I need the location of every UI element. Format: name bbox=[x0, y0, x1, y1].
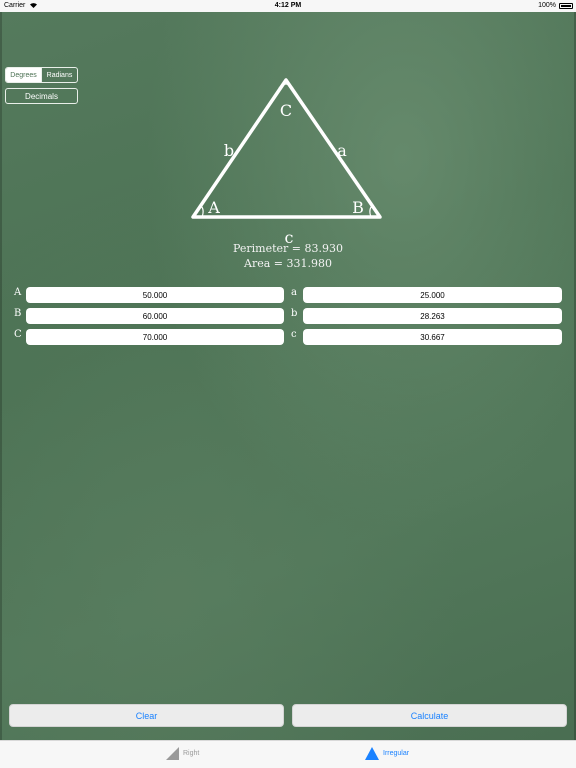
side-a-field[interactable]: 25.000 bbox=[303, 287, 562, 303]
battery-icon bbox=[559, 3, 573, 9]
tab-irregular-label: Irregular bbox=[383, 750, 410, 757]
side-c-field[interactable]: 30.667 bbox=[303, 329, 562, 345]
side-b-label: b bbox=[224, 141, 234, 160]
side-b-row-label: b bbox=[291, 308, 298, 319]
vertex-a-label: A bbox=[207, 198, 220, 217]
chalkboard: Degrees Radians Decimals C A B b a c Per… bbox=[0, 12, 576, 740]
angle-b-field[interactable]: 60.000 bbox=[26, 308, 284, 324]
vertex-c-label: C bbox=[280, 101, 292, 120]
perimeter-result: Perimeter = 83.930 bbox=[232, 242, 344, 255]
battery-percent: 100% bbox=[538, 2, 556, 9]
vertex-b-label: B bbox=[352, 198, 364, 217]
radians-option[interactable]: Radians bbox=[41, 68, 77, 82]
status-bar: Carrier 4:12 PM 100% bbox=[0, 0, 576, 12]
degrees-option[interactable]: Degrees bbox=[6, 68, 41, 82]
tab-right-label: Right bbox=[183, 750, 200, 757]
side-c-row-label: c bbox=[291, 329, 297, 340]
tab-right[interactable]: Right bbox=[166, 747, 199, 760]
decimals-button[interactable]: Decimals bbox=[5, 88, 78, 104]
tab-bar: Right Irregular bbox=[0, 740, 576, 768]
angle-mode-segmented-control: Degrees Radians bbox=[5, 67, 78, 83]
angle-b-label: B bbox=[14, 308, 22, 319]
triangle-icon bbox=[365, 747, 379, 760]
tab-irregular[interactable]: Irregular bbox=[365, 747, 409, 760]
side-a-row-label: a bbox=[291, 287, 297, 298]
angle-a-label: A bbox=[14, 287, 22, 298]
side-b-field[interactable]: 28.263 bbox=[303, 308, 562, 324]
calculate-button[interactable]: Calculate bbox=[292, 704, 567, 727]
clock: 4:12 PM bbox=[274, 2, 302, 9]
clear-button[interactable]: Clear bbox=[9, 704, 284, 727]
side-a-label: a bbox=[337, 141, 347, 160]
angle-a-field[interactable]: 50.000 bbox=[26, 287, 284, 303]
triangle-diagram: C A B b a c bbox=[191, 78, 382, 244]
right-triangle-icon bbox=[166, 747, 179, 760]
angle-c-label: C bbox=[14, 329, 22, 340]
area-result: Area = 331.980 bbox=[244, 257, 332, 270]
angle-c-field[interactable]: 70.000 bbox=[26, 329, 284, 345]
